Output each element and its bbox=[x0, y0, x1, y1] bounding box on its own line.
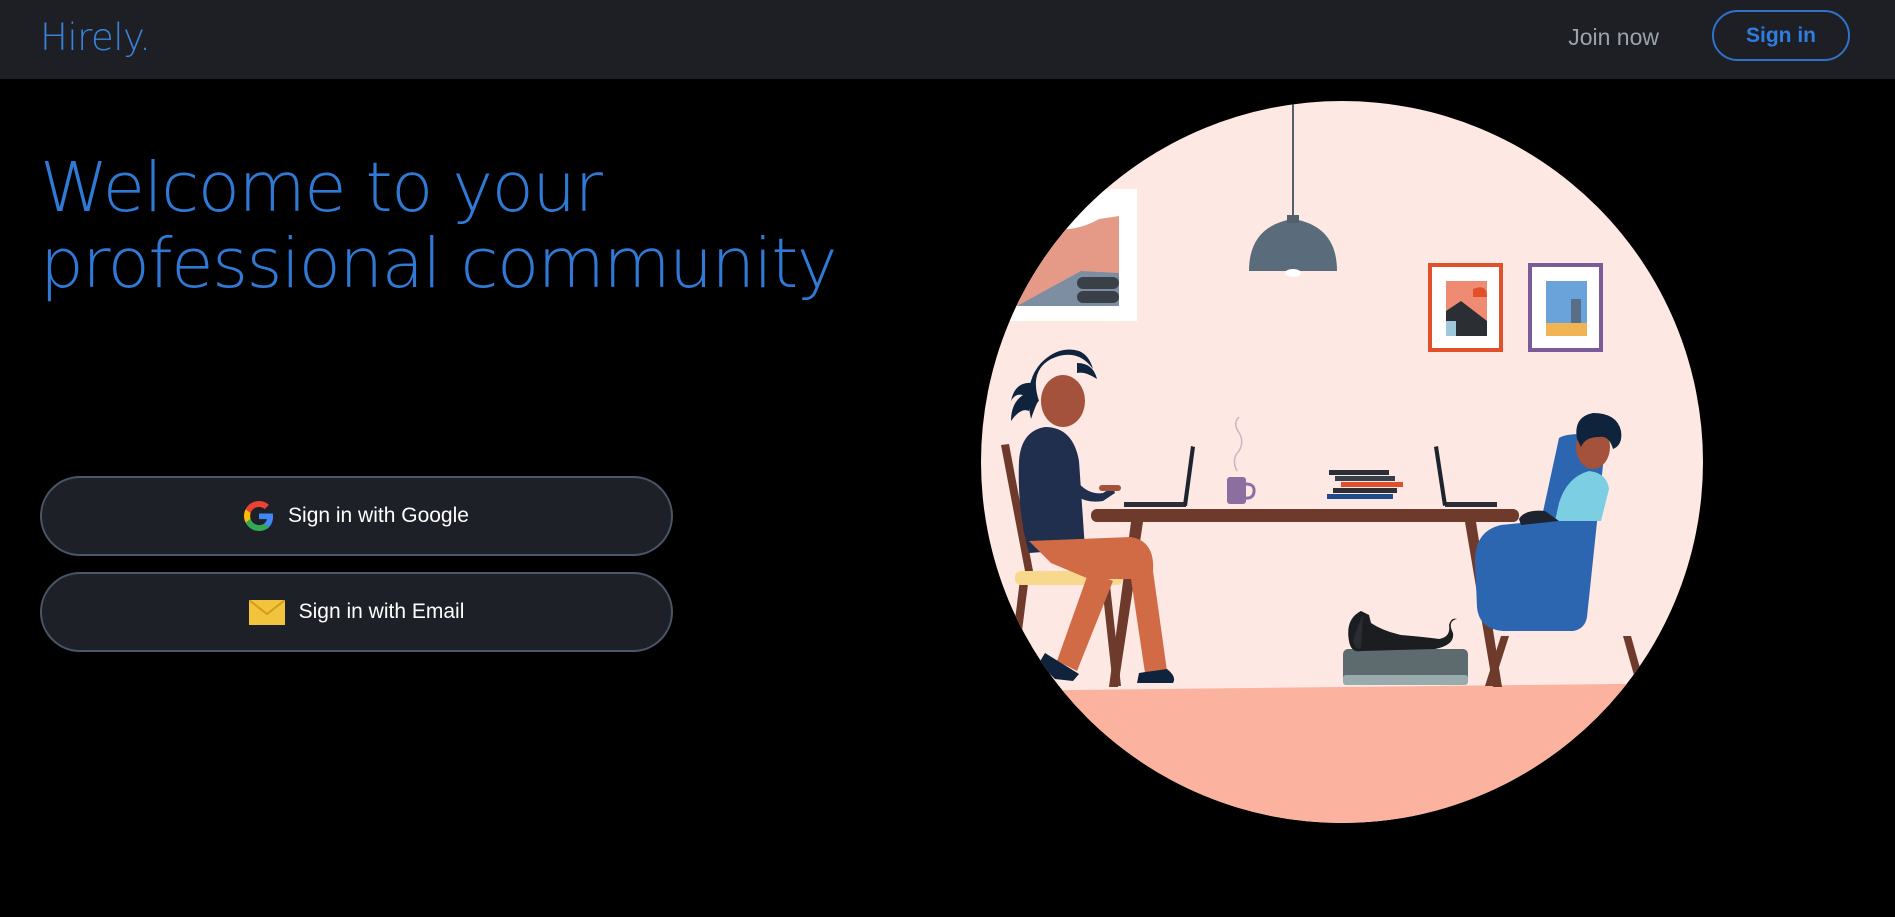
join-now-link[interactable]: Join now bbox=[1568, 24, 1659, 51]
framed-picture-purple bbox=[1528, 263, 1603, 352]
wall-art-left bbox=[1001, 189, 1137, 321]
hirely-logo[interactable]: Hirely. bbox=[40, 16, 151, 59]
welcome-headline: Welcome to your professional community bbox=[40, 150, 840, 302]
google-button-label: Sign in with Google bbox=[288, 504, 469, 527]
dog-bed bbox=[1343, 649, 1468, 685]
sign-in-with-email-button[interactable]: Sign in with Email bbox=[40, 572, 673, 652]
email-button-label: Sign in with Email bbox=[298, 600, 465, 623]
top-navigation-bar: Hirely. Join now Sign in bbox=[0, 0, 1895, 79]
framed-picture-orange bbox=[1428, 263, 1503, 352]
coworking-illustration bbox=[981, 101, 1703, 823]
sign-in-with-google-button[interactable]: Sign in with Google bbox=[40, 476, 673, 556]
headline-line-2: professional community bbox=[40, 224, 838, 304]
headline-line-1: Welcome to your bbox=[40, 148, 603, 228]
sign-in-button[interactable]: Sign in bbox=[1712, 10, 1850, 61]
envelope-icon bbox=[248, 599, 285, 625]
google-icon bbox=[244, 501, 274, 531]
